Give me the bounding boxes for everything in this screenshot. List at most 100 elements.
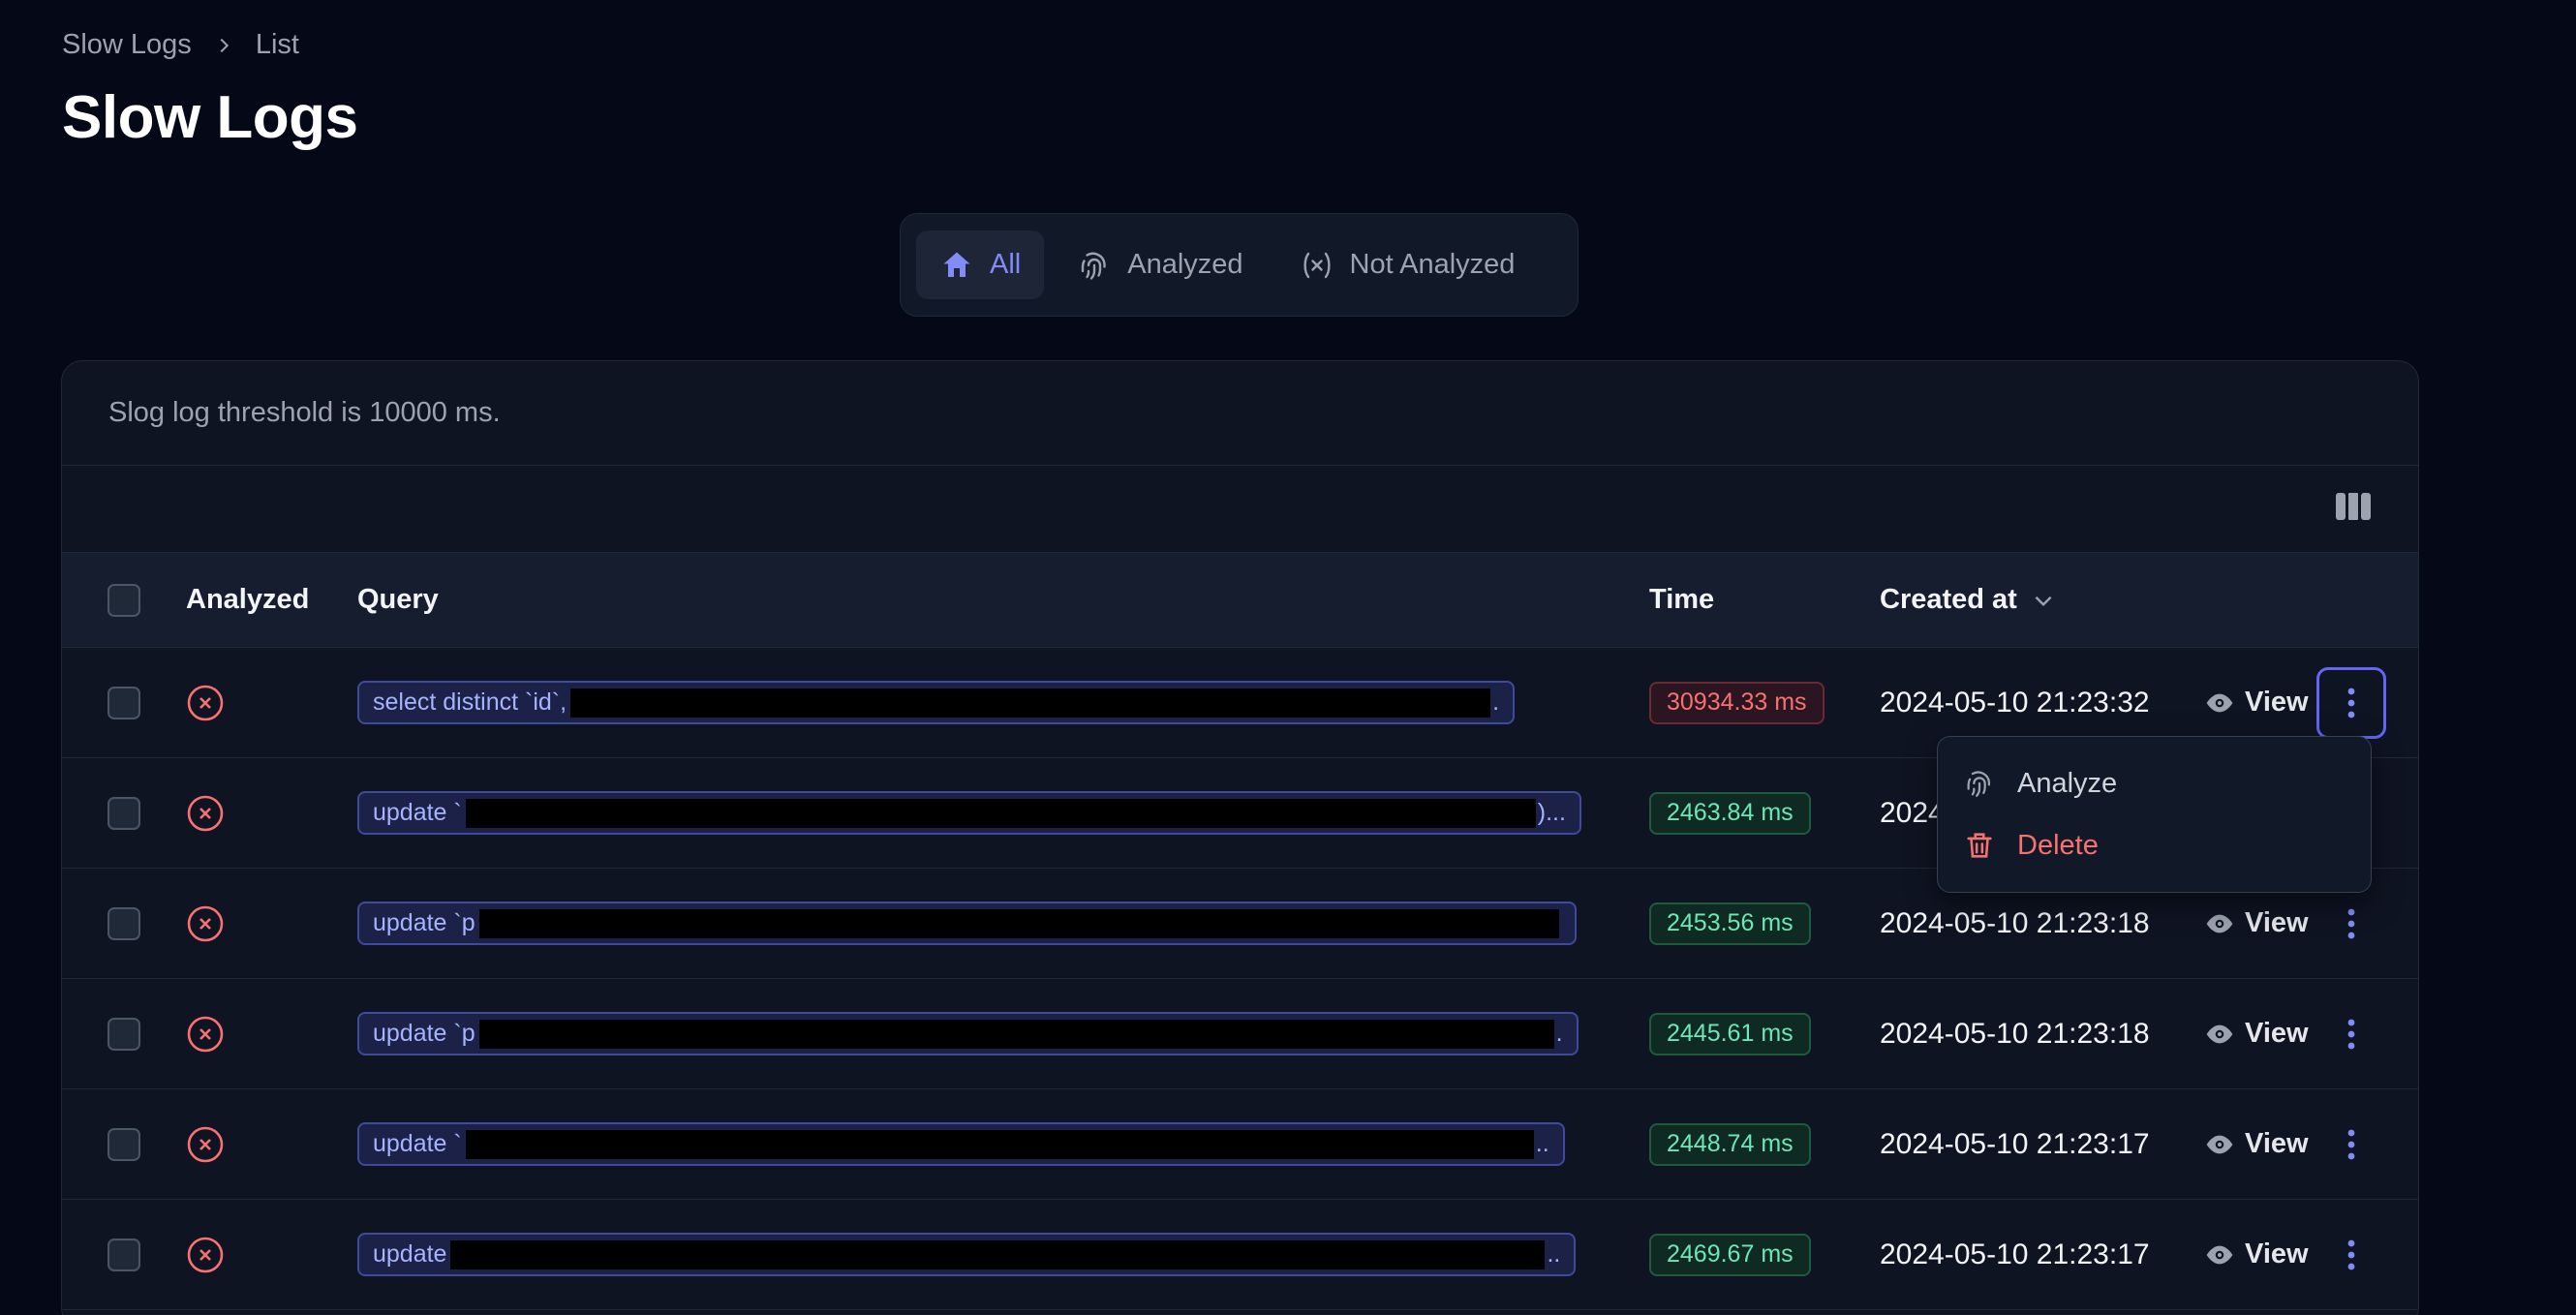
query-text: update ` (373, 1130, 462, 1157)
query-text: select distinct `id`, (373, 688, 567, 716)
view-button[interactable]: View (2204, 1018, 2309, 1050)
query-badge: select distinct `id`, . (357, 681, 1516, 724)
created-at-text: 2024-05-10 21:23:17 (1880, 1238, 2150, 1270)
threshold-notice: Slog log threshold is 10000 ms. (62, 361, 2418, 466)
columns-toggle-button[interactable] (2335, 491, 2372, 527)
query-tail: . (1492, 688, 1500, 716)
redacted-query-block (570, 688, 1491, 718)
trash-icon (1967, 833, 1992, 858)
column-header-time: Time (1649, 584, 1715, 615)
row-actions-button[interactable] (2316, 1109, 2386, 1180)
row-checkbox[interactable] (107, 1238, 140, 1271)
variable-icon (1303, 252, 1331, 278)
x-circle-icon (187, 795, 224, 831)
select-all-checkbox[interactable] (107, 583, 140, 617)
column-header-created-at[interactable]: Created at (1880, 584, 2056, 616)
more-vertical-icon (2347, 1129, 2355, 1159)
redacted-query-block (465, 798, 1536, 828)
table-row[interactable]: update .. 2469.67 ms 2024-05-10 21:23:17… (62, 1200, 2418, 1310)
query-badge: update .. (357, 1233, 1577, 1276)
query-tail: )... (1537, 799, 1566, 826)
tab-all[interactable]: All (916, 230, 1045, 299)
tab-all-label: All (990, 249, 1022, 280)
x-circle-icon (187, 1126, 224, 1162)
redacted-query-block (465, 1129, 1534, 1159)
created-at-text: 2024-05-10 21:23:18 (1880, 1017, 2150, 1050)
eye-icon (2206, 1024, 2233, 1043)
query-text: update (373, 1240, 447, 1268)
time-badge: 2469.67 ms (1649, 1233, 1811, 1276)
redacted-query-block (478, 908, 1559, 938)
row-checkbox[interactable] (107, 796, 140, 830)
view-button-label: View (2245, 907, 2309, 938)
row-checkbox[interactable] (107, 906, 140, 940)
row-checkbox[interactable] (107, 1127, 140, 1161)
tab-analyzed-label: Analyzed (1127, 249, 1243, 280)
x-circle-icon (187, 905, 224, 941)
eye-icon (2206, 1245, 2233, 1264)
view-button[interactable]: View (2204, 687, 2309, 719)
row-actions-button[interactable] (2316, 888, 2386, 960)
view-button[interactable]: View (2204, 1239, 2309, 1270)
query-badge: update `p . (357, 1012, 1579, 1055)
query-text: update ` (373, 799, 462, 826)
query-text: update `p (373, 1020, 475, 1047)
page-title: Slow Logs (62, 84, 358, 151)
view-button-label: View (2245, 1239, 2309, 1269)
eye-icon (2206, 1135, 2233, 1153)
table-header: Analyzed Query Time Created at (62, 553, 2418, 648)
row-actions-dropdown: Analyze Delete (1937, 736, 2372, 893)
query-badge: update ` )... (357, 791, 1581, 835)
eye-icon (2206, 914, 2233, 933)
created-at-text: 2024-05-10 21:23:17 (1880, 1127, 2150, 1160)
fingerprint-icon (1967, 771, 1991, 797)
query-badge: update `p (357, 902, 1577, 945)
table-row[interactable]: update `p . 2445.61 ms 2024-05-10 21:23:… (62, 979, 2418, 1089)
redacted-query-block (478, 1019, 1554, 1049)
x-circle-icon (187, 1237, 224, 1272)
view-button-label: View (2245, 687, 2309, 718)
delete-menu-label: Delete (2017, 829, 2099, 861)
row-actions-button[interactable] (2316, 998, 2386, 1070)
table-row[interactable]: update ` .. 2448.74 ms 2024-05-10 21:23:… (62, 1089, 2418, 1200)
more-vertical-icon (2347, 908, 2355, 938)
breadcrumb: Slow Logs List (62, 29, 299, 61)
more-vertical-icon (2347, 688, 2355, 718)
row-checkbox[interactable] (107, 1017, 140, 1051)
time-badge: 2448.74 ms (1649, 1122, 1811, 1166)
tab-not-analyzed-label: Not Analyzed (1349, 249, 1516, 280)
delete-menu-item[interactable]: Delete (1938, 814, 2371, 876)
breadcrumb-parent-link[interactable]: Slow Logs (62, 29, 192, 61)
query-tail: .. (1547, 1240, 1561, 1268)
x-circle-icon (187, 1016, 224, 1052)
table-toolbar (62, 466, 2418, 553)
query-badge: update ` .. (357, 1122, 1565, 1166)
view-button-label: View (2245, 1018, 2309, 1049)
filter-tabs: All Analyzed Not Analyzed (900, 213, 1579, 317)
breadcrumb-current: List (255, 29, 299, 60)
chevron-down-icon (2035, 596, 2052, 606)
more-vertical-icon (2347, 1239, 2355, 1269)
view-button[interactable]: View (2204, 907, 2309, 939)
row-actions-button[interactable] (2316, 1219, 2386, 1291)
query-tail: . (1555, 1020, 1563, 1047)
column-header-created-at-label: Created at (1880, 584, 2017, 615)
redacted-query-block (450, 1239, 1546, 1269)
tab-not-analyzed[interactable]: Not Analyzed (1276, 230, 1539, 299)
time-badge: 2453.56 ms (1649, 902, 1811, 945)
row-checkbox[interactable] (107, 686, 140, 719)
analyze-menu-label: Analyze (2017, 767, 2118, 799)
column-header-query: Query (357, 584, 439, 615)
time-badge: 30934.33 ms (1649, 681, 1825, 724)
created-at-text: 2024-05-10 21:23:18 (1880, 906, 2150, 939)
chevron-right-icon (213, 35, 234, 56)
query-tail: .. (1535, 1130, 1549, 1157)
tab-analyzed[interactable]: Analyzed (1054, 230, 1266, 299)
column-header-analyzed: Analyzed (186, 584, 310, 615)
view-button-label: View (2245, 1128, 2309, 1159)
analyze-menu-item[interactable]: Analyze (1938, 752, 2371, 814)
view-button[interactable]: View (2204, 1128, 2309, 1160)
home-icon (943, 252, 970, 277)
eye-icon (2206, 693, 2233, 712)
row-actions-button[interactable] (2316, 666, 2386, 739)
